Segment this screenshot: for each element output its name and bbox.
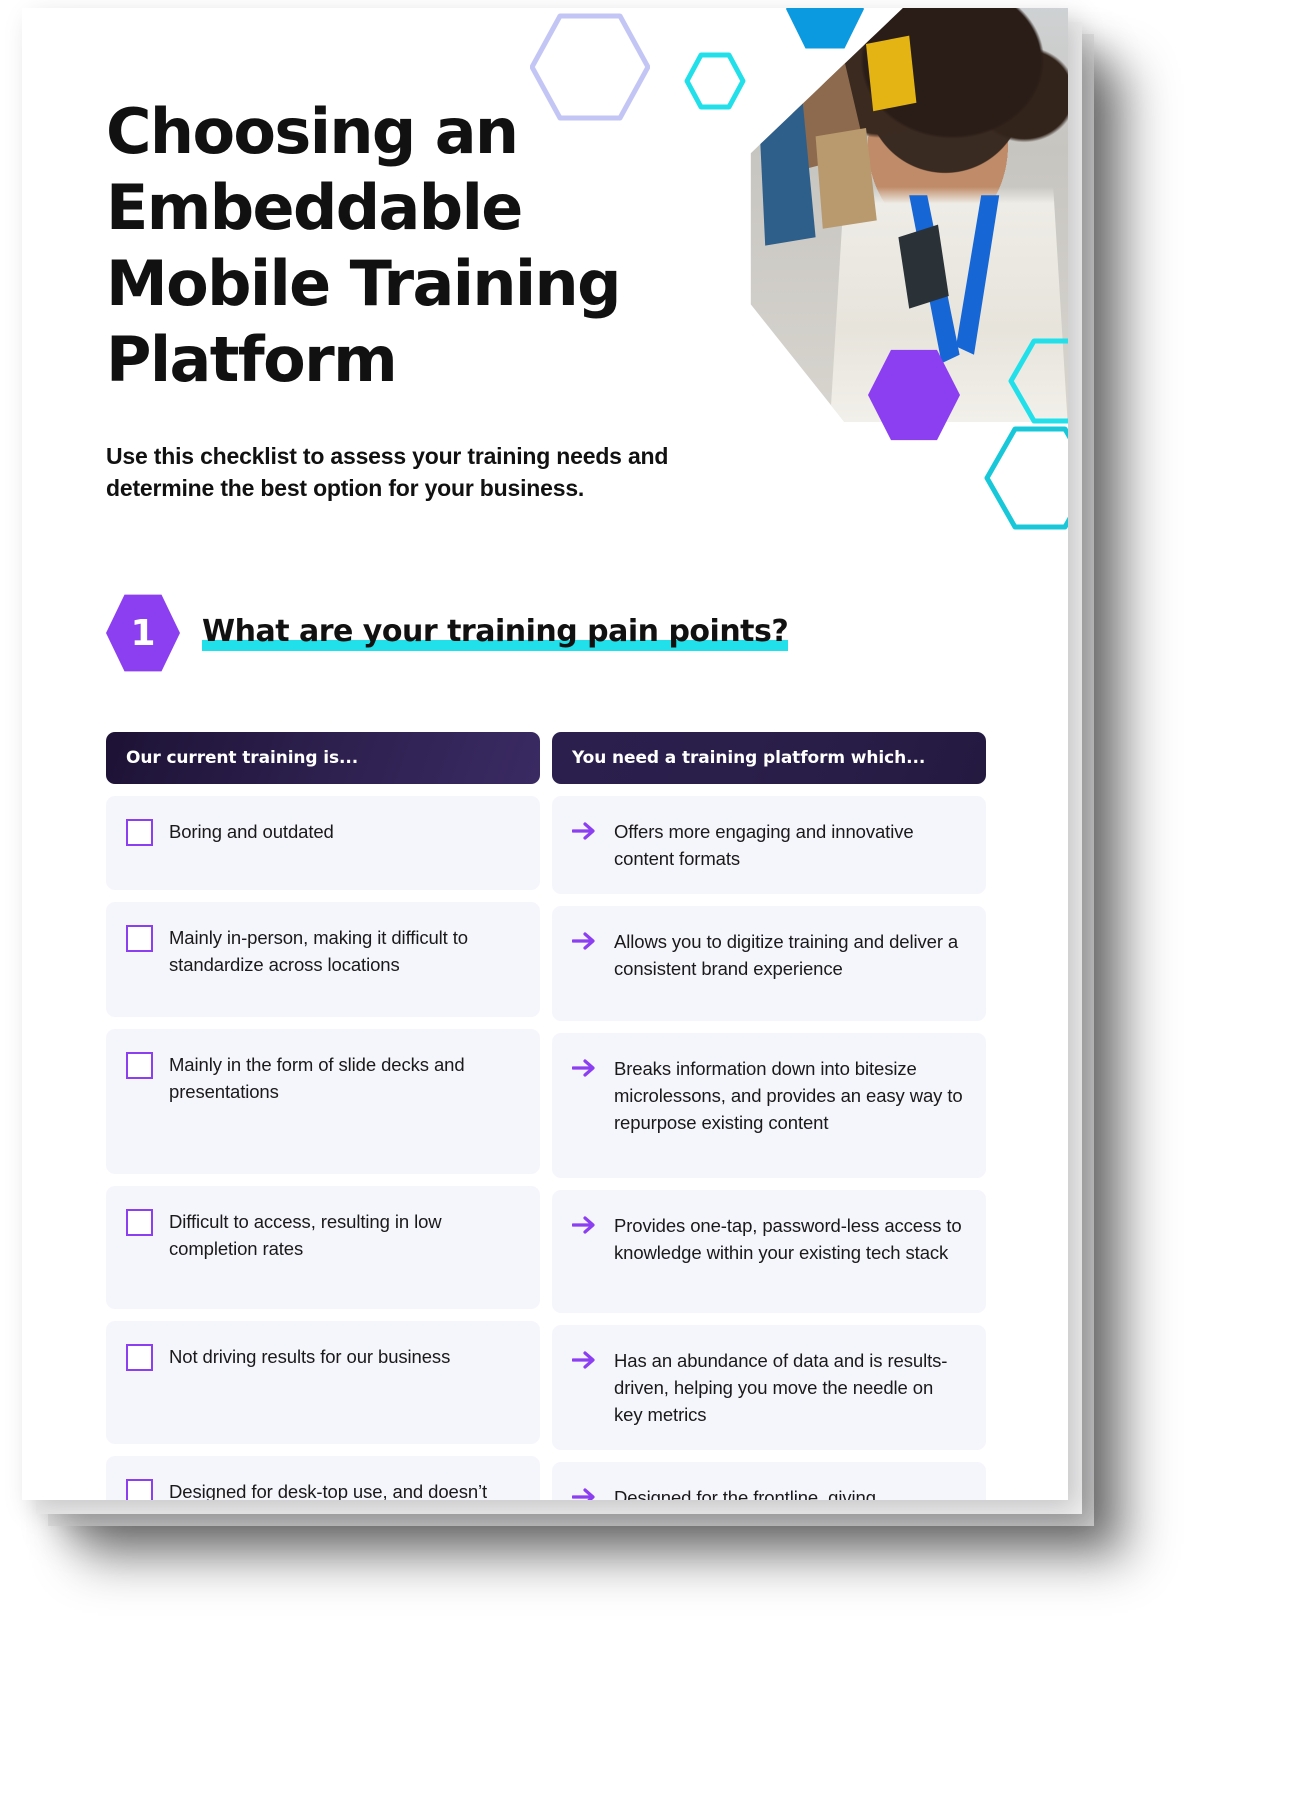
checkbox-icon[interactable] [126, 1209, 153, 1236]
column-header-right: You need a training platform which... [552, 732, 986, 784]
hexagon-outline-cyan-right-icon [1008, 338, 1068, 424]
page-subtitle: Use this checklist to assess your traini… [106, 443, 669, 501]
solution-text: Provides one-tap, password-less access t… [614, 1215, 962, 1263]
arrow-right-icon [572, 932, 595, 950]
checkbox-icon[interactable] [126, 1344, 153, 1371]
checklist-page: Choosing an Embeddable Mobile Training P… [22, 8, 1068, 1500]
solution-text: Designed for the frontline, giving colle… [614, 1487, 876, 1500]
solution-text: Allows you to digitize training and deli… [614, 931, 959, 979]
problem-text: Mainly in the form of slide decks and pr… [169, 1054, 465, 1102]
page-stack: Choosing an Embeddable Mobile Training P… [22, 8, 1094, 1526]
table-row: Provides one-tap, password-less access t… [552, 1190, 986, 1313]
table-row[interactable]: Designed for desk-top use, and doesn’t t… [106, 1456, 540, 1500]
solution-text: Offers more engaging and innovative cont… [614, 821, 914, 869]
hexagon-outline-cyan-lower-icon [984, 426, 1068, 530]
arrow-right-icon [572, 1351, 595, 1369]
problem-text: Boring and outdated [169, 821, 334, 842]
arrow-right-icon [572, 1059, 595, 1077]
table-row[interactable]: Mainly in-person, making it difficult to… [106, 902, 540, 1017]
table-row[interactable]: Boring and outdated [106, 796, 540, 890]
problem-text: Difficult to access, resulting in low co… [169, 1211, 442, 1259]
table-row: Offers more engaging and innovative cont… [552, 796, 986, 894]
section-title-wrap: What are your training pain points? [202, 613, 789, 653]
content-area: Choosing an Embeddable Mobile Training P… [106, 94, 986, 1500]
arrow-right-icon [572, 822, 595, 840]
table-row: Designed for the frontline, giving colle… [552, 1462, 986, 1500]
checkbox-icon[interactable] [126, 1052, 153, 1079]
table-row[interactable]: Difficult to access, resulting in low co… [106, 1186, 540, 1309]
section-header: 1 What are your training pain points? [106, 594, 986, 672]
column-header-left: Our current training is... [106, 732, 540, 784]
problem-text: Mainly in-person, making it difficult to… [169, 927, 468, 975]
solution-text: Has an abundance of data and is results-… [614, 1350, 948, 1425]
page-title: Choosing an Embeddable Mobile Training P… [106, 95, 621, 396]
column-solutions: You need a training platform which... Of… [552, 732, 986, 1500]
arrow-right-icon [572, 1488, 595, 1500]
column-problems: Our current training is... Boring and ou… [106, 732, 540, 1500]
checkbox-icon[interactable] [126, 819, 153, 846]
checklist-table: Our current training is... Boring and ou… [106, 732, 986, 1500]
section-number-badge: 1 [106, 594, 180, 672]
problem-text: Designed for desk-top use, and doesn’t t… [169, 1481, 488, 1500]
table-row: Allows you to digitize training and deli… [552, 906, 986, 1021]
table-row: Has an abundance of data and is results-… [552, 1325, 986, 1450]
table-row[interactable]: Not driving results for our business [106, 1321, 540, 1444]
table-row[interactable]: Mainly in the form of slide decks and pr… [106, 1029, 540, 1174]
solution-text: Breaks information down into bitesize mi… [614, 1058, 963, 1133]
checkbox-icon[interactable] [126, 925, 153, 952]
section-title: What are your training pain points? [202, 613, 789, 649]
problem-text: Not driving results for our business [169, 1346, 451, 1367]
table-row: Breaks information down into bitesize mi… [552, 1033, 986, 1178]
checkbox-icon[interactable] [126, 1479, 153, 1500]
hexagon-solid-blue-icon [786, 8, 864, 49]
arrow-right-icon [572, 1216, 595, 1234]
